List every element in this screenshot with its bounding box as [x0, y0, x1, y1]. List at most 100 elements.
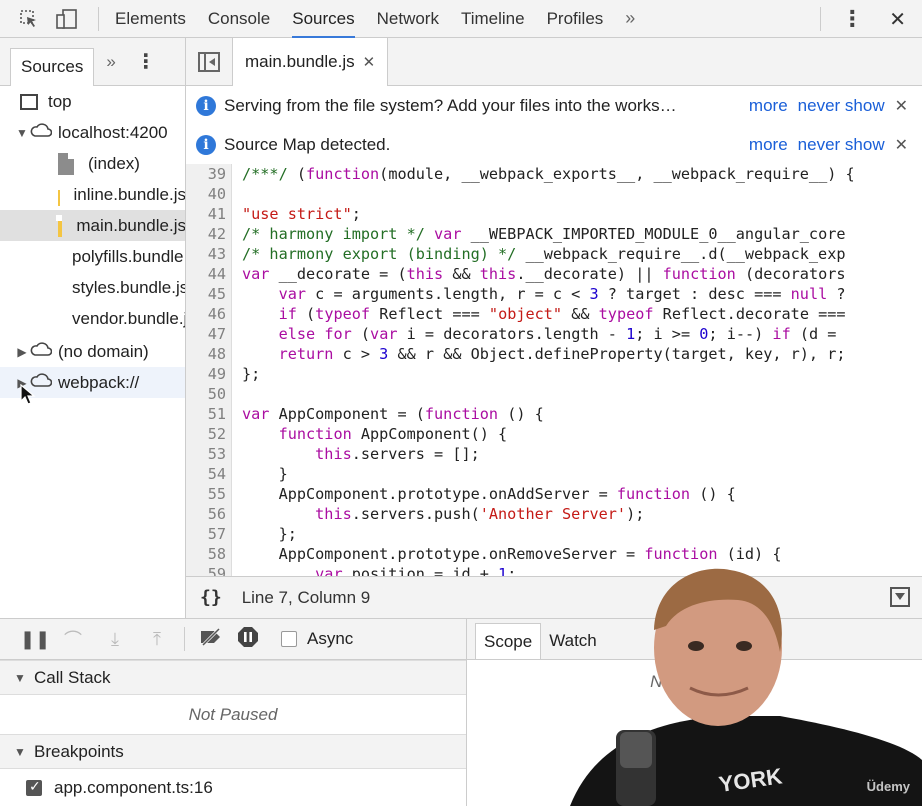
device-mode-icon[interactable]: [56, 8, 78, 30]
line-number[interactable]: 44: [186, 264, 226, 284]
kebab-menu-icon[interactable]: ⋮: [841, 6, 863, 32]
toolbar-divider: [820, 7, 822, 31]
tree-item-styles-bundle[interactable]: styles.bundle.js: [0, 272, 186, 303]
line-number[interactable]: 55: [186, 484, 226, 504]
tree-item-main-bundle[interactable]: main.bundle.js: [0, 210, 185, 241]
line-number[interactable]: 59: [186, 564, 226, 576]
pause-on-exceptions-icon[interactable]: [237, 626, 259, 653]
infobar-more-link[interactable]: more: [749, 96, 788, 116]
script-file-icon: [56, 214, 63, 237]
code-editor[interactable]: 39 /***/ (function(module, __webpack_expo…: [186, 164, 922, 576]
close-tab-icon[interactable]: ✕: [363, 53, 376, 71]
line-number[interactable]: 58: [186, 544, 226, 564]
tab-scope[interactable]: Scope: [475, 623, 542, 659]
line-number[interactable]: 57: [186, 524, 226, 544]
expand-triangle-icon[interactable]: ▼: [14, 671, 26, 685]
call-stack-title: Call Stack: [34, 667, 111, 687]
navigator-more-button[interactable]: »: [106, 52, 115, 72]
tab-elements[interactable]: Elements: [115, 0, 186, 38]
line-number[interactable]: 41: [186, 204, 226, 224]
tab-profiles[interactable]: Profiles: [547, 0, 604, 38]
code-text: AppComponent.prototype.onAddServer = fun…: [242, 485, 736, 503]
line-number[interactable]: 46: [186, 304, 226, 324]
tree-item-label: (index): [88, 153, 140, 173]
close-icon[interactable]: ✕: [889, 7, 906, 32]
async-checkbox[interactable]: [281, 631, 297, 647]
info-icon: i: [196, 95, 216, 116]
expand-triangle-icon[interactable]: ▼: [16, 126, 28, 140]
tree-item-polyfills-bundle[interactable]: polyfills.bundle.js: [0, 241, 185, 272]
infobar-message: Source Map detected.: [224, 134, 391, 154]
tree-item-no-domain[interactable]: ▶ (no domain): [0, 336, 185, 367]
watermark-text: Üdemy: [866, 779, 910, 794]
tab-timeline[interactable]: Timeline: [461, 0, 525, 38]
editor-tabstrip: main.bundle.js ✕: [186, 37, 922, 86]
tree-item-index[interactable]: (index): [0, 148, 185, 179]
pretty-print-button[interactable]: {}: [200, 587, 222, 608]
code-text: /***/ (function(module, __webpack_export…: [242, 165, 855, 183]
line-number[interactable]: 43: [186, 244, 226, 264]
line-number[interactable]: 48: [186, 344, 226, 364]
file-tab-label: main.bundle.js: [245, 51, 355, 71]
async-label: Async: [307, 629, 354, 648]
infobar-never-show-link[interactable]: never show: [798, 96, 885, 116]
tree-item-label: vendor.bundle.js: [72, 308, 186, 328]
inspect-icon[interactable]: [18, 8, 40, 30]
tree-item-label: inline.bundle.js: [73, 184, 186, 204]
toolbar-right: ⋮ ✕: [820, 0, 922, 38]
navigator-header: Sources » ⋮: [0, 38, 186, 86]
infobar-more-link[interactable]: more: [749, 135, 788, 155]
tree-item-inline-bundle[interactable]: inline.bundle.js: [0, 179, 186, 210]
tree-item-label: localhost:4200: [58, 122, 168, 142]
tree-item-label: webpack://: [58, 372, 140, 392]
breakpoint-item[interactable]: app.component.ts:16: [0, 770, 466, 806]
cloud-icon: [30, 122, 53, 143]
line-number[interactable]: 40: [186, 184, 226, 204]
line-number[interactable]: 49: [186, 364, 226, 384]
cursor-position: Line 7, Column 9: [241, 587, 371, 607]
navigator-kebab-icon[interactable]: ⋮: [136, 49, 156, 74]
close-icon[interactable]: ✕: [895, 135, 908, 155]
tree-item-localhost[interactable]: ▼ localhost:4200: [0, 117, 185, 148]
tree-item-label: styles.bundle.js: [72, 277, 186, 297]
line-number[interactable]: 47: [186, 324, 226, 344]
deactivate-breakpoints-icon[interactable]: [199, 627, 221, 651]
line-number[interactable]: 50: [186, 384, 226, 404]
call-stack-header[interactable]: ▼ Call Stack: [0, 660, 466, 695]
line-number[interactable]: 54: [186, 464, 226, 484]
step-over-icon[interactable]: ⌒: [62, 626, 84, 652]
tab-sources[interactable]: Sources: [292, 0, 356, 38]
line-number[interactable]: 52: [186, 424, 226, 444]
code-text: var position = id + 1;: [315, 565, 517, 576]
tree-item-vendor-bundle[interactable]: vendor.bundle.js: [0, 303, 186, 334]
navigator-tab-sources[interactable]: Sources: [10, 47, 95, 86]
step-out-icon[interactable]: ⤒: [146, 629, 168, 650]
tree-item-label: top: [48, 91, 72, 111]
line-number[interactable]: 56: [186, 504, 226, 524]
code-text: }: [242, 465, 288, 483]
more-tabs-button[interactable]: »: [625, 8, 635, 29]
line-number[interactable]: 39: [186, 164, 226, 184]
collapse-triangle-icon[interactable]: ▶: [16, 345, 28, 359]
editor-file-tab[interactable]: main.bundle.js ✕: [233, 37, 389, 86]
close-icon[interactable]: ✕: [895, 96, 908, 116]
webcam-image: YORK: [570, 568, 922, 806]
code-text: else for (var i = decorators.length - 1;…: [278, 325, 837, 343]
tab-console[interactable]: Console: [208, 0, 270, 38]
tab-network[interactable]: Network: [377, 0, 439, 38]
pause-icon[interactable]: ❚❚: [20, 629, 50, 650]
line-number[interactable]: 53: [186, 444, 226, 464]
infobar-never-show-link[interactable]: never show: [798, 135, 885, 155]
step-into-icon[interactable]: ⤓: [104, 629, 126, 650]
breakpoints-header[interactable]: ▼ Breakpoints: [0, 734, 466, 769]
file-tree: top ▼ localhost:4200 (index) inline.bund…: [0, 86, 186, 618]
debugger-toolbar-divider: [184, 627, 185, 651]
code-text: var AppComponent = (function () {: [242, 405, 544, 423]
line-number[interactable]: 51: [186, 404, 226, 424]
line-number[interactable]: 45: [186, 284, 226, 304]
tree-item-top[interactable]: top: [0, 86, 185, 117]
expand-triangle-icon[interactable]: ▼: [14, 745, 26, 759]
breakpoint-checkbox[interactable]: [26, 778, 42, 796]
line-number[interactable]: 42: [186, 224, 226, 244]
toggle-navigator-icon[interactable]: [198, 51, 220, 72]
